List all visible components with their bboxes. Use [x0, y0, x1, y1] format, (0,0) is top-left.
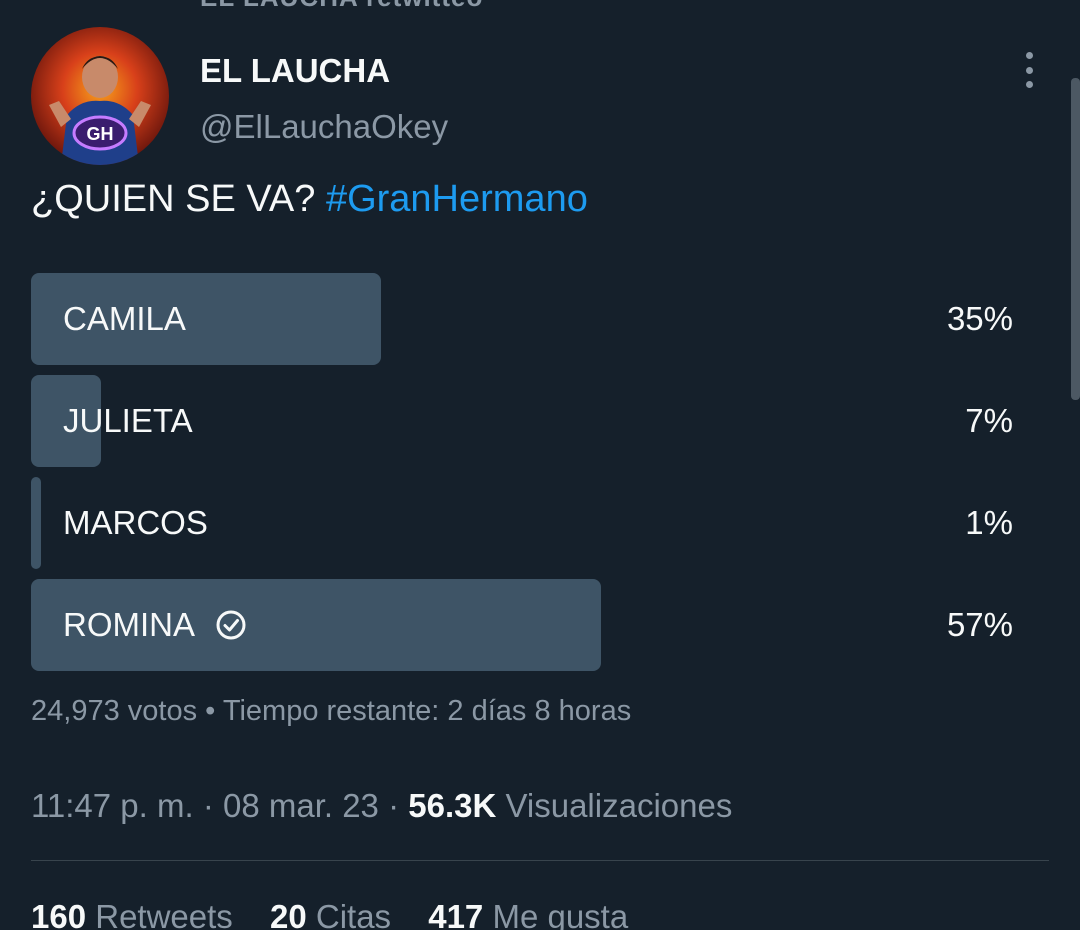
divider: [31, 860, 1049, 861]
poll-votes: 24,973 votos: [31, 695, 198, 727]
engagement-stats: 160 Retweets 20 Citas 417 Me gusta: [31, 898, 656, 930]
hashtag-link[interactable]: #GranHermano: [326, 178, 588, 220]
likes-stat[interactable]: 417 Me gusta: [428, 898, 628, 930]
tweet-body: ¿QUIEN SE VA?: [31, 178, 326, 220]
poll-option: CAMILA 35%: [31, 273, 1031, 365]
poll-option-percent: 1%: [965, 504, 1013, 541]
poll-option-percent: 35%: [946, 300, 1013, 337]
poll-option-label: ROMINA: [63, 606, 195, 643]
poll-time-remaining: Tiempo restante: 2 días 8 horas: [222, 695, 632, 727]
retweets-stat[interactable]: 160 Retweets: [31, 898, 233, 930]
poll-option-label: CAMILA: [63, 300, 186, 337]
tweet-time[interactable]: 11:47 p. m.: [31, 787, 194, 824]
tweet-detail: EL LAUCHA retwitteó GH EL LAUCHA @ElLauc…: [0, 0, 1080, 930]
avatar-image: GH: [31, 27, 169, 165]
retweet-header-cut: EL LAUCHA retwitteó: [200, 0, 483, 13]
poll-option: ROMINA 57%: [31, 579, 1031, 671]
quotes-stat[interactable]: 20 Citas: [270, 898, 391, 930]
poll-option-label: MARCOS: [63, 504, 208, 541]
tweet-text: ¿QUIEN SE VA? #GranHermano: [31, 178, 588, 221]
poll-option: JULIETA 7%: [31, 375, 1031, 467]
poll-meta: 24,973 votos • Tiempo restante: 2 días 8…: [31, 695, 632, 727]
poll-option-percent: 7%: [965, 402, 1013, 439]
winner-check-icon: [216, 610, 246, 640]
views-count: 56.3K: [408, 787, 497, 824]
author-handle[interactable]: @ElLauchaOkey: [200, 108, 448, 146]
more-options-icon[interactable]: [1013, 50, 1045, 90]
views-label: Visualizaciones: [505, 787, 733, 824]
avatar[interactable]: GH: [31, 27, 169, 165]
poll-option: MARCOS 1%: [31, 477, 1031, 569]
poll-option-label: JULIETA: [63, 402, 193, 439]
tweet-date[interactable]: 08 mar. 23: [223, 787, 379, 824]
avatar-badge: GH: [87, 124, 114, 144]
poll-option-percent: 57%: [946, 606, 1013, 643]
poll-bar: [31, 477, 41, 569]
scrollbar[interactable]: [1071, 78, 1080, 400]
tweet-meta: 11:47 p. m. · 08 mar. 23 · 56.3K Visuali…: [31, 787, 733, 824]
author-display-name[interactable]: EL LAUCHA: [200, 52, 390, 90]
